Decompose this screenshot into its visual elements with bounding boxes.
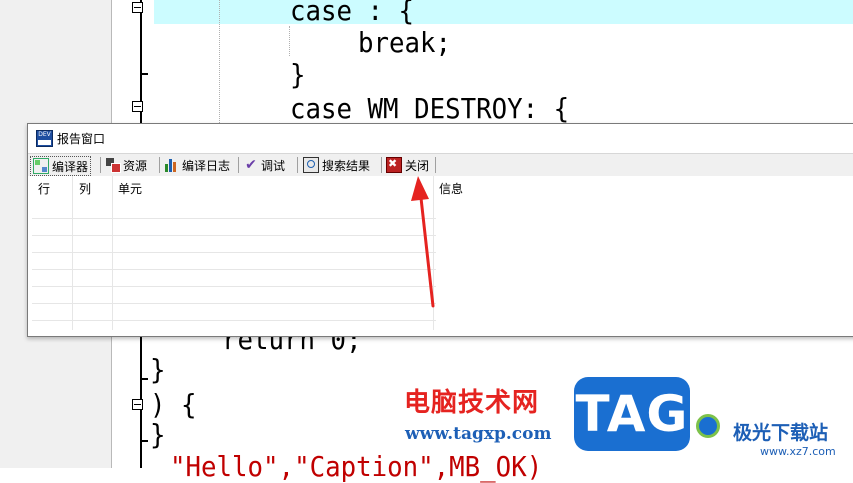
- watermark-brand-url: www.xz7.com: [760, 445, 836, 458]
- watermark-brand-name: 极光下载站: [733, 422, 829, 444]
- tag-logo: TAG: [574, 377, 690, 451]
- watermark-site-name: 电脑技术网: [404, 388, 540, 418]
- watermark-site-url: www.tagxp.com: [405, 424, 552, 444]
- xz7-logo-icon: [696, 414, 720, 438]
